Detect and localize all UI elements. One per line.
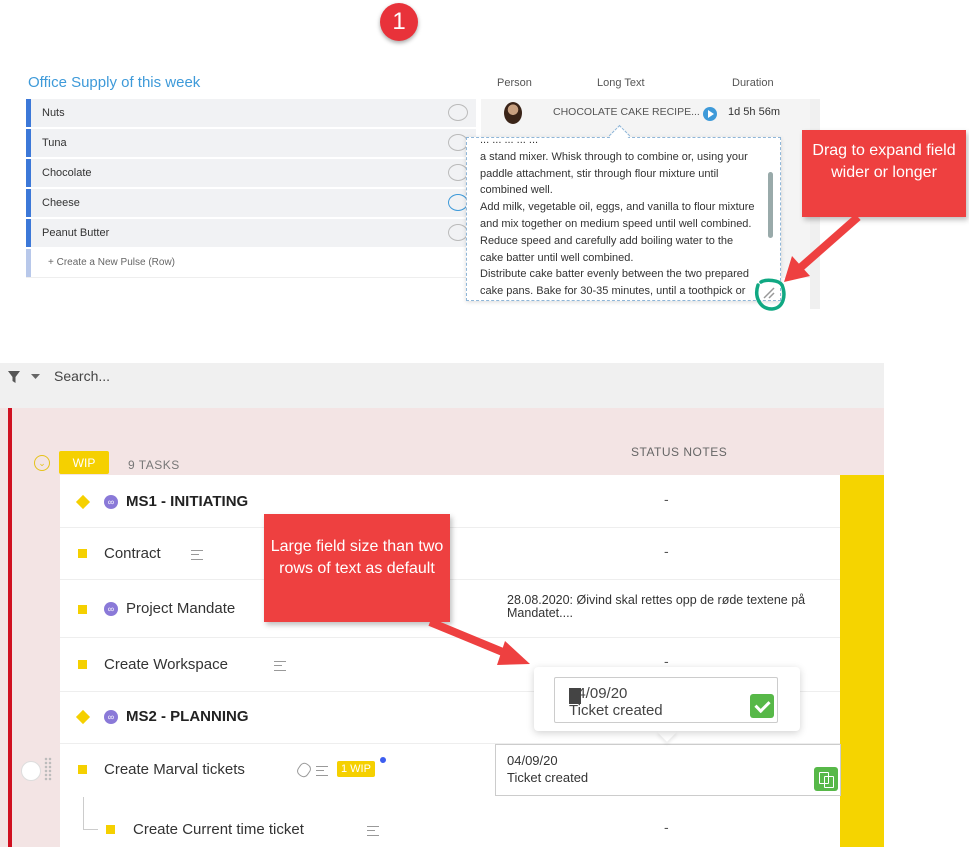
task-name[interactable]: MS1 - INITIATING [126,493,248,510]
comment-bubble-icon[interactable] [448,224,468,241]
search-toolbar [0,363,884,409]
task-name[interactable]: Contract [104,545,161,562]
status-note[interactable]: 28.08.2020: Øivind skal rettes opp de rø… [507,594,827,620]
task-status-square-icon[interactable] [78,765,87,774]
task-row[interactable]: ∞ MS1 - INITIATING - [60,475,840,528]
editor-text-line: Ticket created [569,702,663,719]
link-icon[interactable]: ∞ [104,710,118,724]
long-text-cell[interactable]: CHOCOLATE CAKE RECIPE... [553,106,700,118]
group-color-bar [8,408,12,847]
comment-bubble-icon[interactable] [448,134,468,151]
drag-handle-icon[interactable] [44,757,52,781]
row-name: Cheese [42,197,80,209]
link-icon[interactable]: ∞ [104,602,118,616]
row-name: Nuts [42,107,65,119]
create-pulse-row[interactable]: + Create a New Pulse (Row) [26,249,476,278]
status-note[interactable]: - [664,543,669,559]
status-note-field[interactable]: 04/09/20 Ticket created [495,744,841,796]
status-note-date: 04/09/20 [507,753,558,768]
row-name: Tuna [42,137,67,149]
task-name[interactable]: Project Mandate [126,600,235,617]
group-status-tag[interactable]: WIP [59,451,109,474]
milestone-diamond-icon [75,494,91,510]
column-header-long-text[interactable]: Long Text [597,77,645,89]
create-pulse-label: + Create a New Pulse (Row) [48,257,175,268]
column-header-duration[interactable]: Duration [732,77,774,89]
confirm-check-icon[interactable] [750,694,774,718]
row-color-bar [26,219,31,247]
board-row[interactable]: Tuna [26,129,476,158]
link-icon[interactable]: ∞ [104,495,118,509]
task-name[interactable]: Create Workspace [104,656,228,673]
search-input[interactable]: Search... [54,368,110,384]
task-row[interactable]: Contract - [60,527,840,580]
callout-drag-to-expand: Drag to expand field wider or longer [802,130,966,217]
chevron-down-icon[interactable] [31,374,40,380]
comment-bubble-icon[interactable] [448,194,468,211]
task-name[interactable]: MS2 - PLANNING [126,708,249,725]
row-color-bar [26,159,31,187]
board-title: Office Supply of this week [28,74,201,91]
status-note[interactable]: - [664,819,669,835]
row-color-bar [26,249,31,277]
task-status-square-icon[interactable] [78,660,87,669]
description-icon[interactable] [191,550,203,560]
copy-icon[interactable] [814,767,838,791]
status-note-editor[interactable]: 04/09/20 Ticket created [534,667,800,731]
board-row[interactable]: Chocolate [26,159,476,188]
play-icon[interactable] [703,107,717,121]
callout-large-field: Large field size than two rows of text a… [264,514,450,622]
editor-scrollbar[interactable] [569,688,581,704]
description-icon[interactable] [367,826,379,836]
long-text-editor[interactable]: ... ... ... ... ... a stand mixer. Whisk… [466,137,781,301]
milestone-diamond-icon [75,709,91,725]
board-row[interactable]: Nuts [26,99,476,128]
highlight-circle [755,278,786,311]
column-header-person[interactable]: Person [497,77,532,89]
row-color-bar [26,189,31,217]
task-status-square-icon[interactable] [78,605,87,614]
comment-bubble-icon[interactable] [448,164,468,181]
duration-cell: 1d 5h 56m [728,106,780,118]
status-color-strip [840,475,884,847]
editor-scrollbar[interactable] [768,172,773,238]
status-note-textarea[interactable]: 04/09/20 Ticket created [554,677,778,723]
group-task-count: 9 TASKS [128,458,180,472]
description-icon[interactable] [316,766,328,776]
task-select-circle[interactable] [21,761,41,781]
column-header-status-notes[interactable]: STATUS NOTES [631,445,727,459]
row-color-bar [26,99,31,127]
row-color-bar [26,129,31,157]
long-text-content[interactable]: ... ... ... ... ... a stand mixer. Whisk… [480,138,762,300]
subtask-status-badge[interactable]: 1 WIP [337,761,375,777]
person-avatar[interactable] [504,102,522,124]
notification-dot [380,757,386,763]
comment-bubble-icon[interactable] [448,104,468,121]
collapse-group-icon[interactable]: ⌄ [34,455,50,471]
row-name: Peanut Butter [42,227,110,239]
description-icon[interactable] [274,661,286,671]
task-status-square-icon[interactable] [106,825,115,834]
task-name[interactable]: Create Current time ticket [133,821,304,838]
task-row[interactable]: Create Current time ticket - [60,803,840,847]
step-number-badge: 1 [380,3,418,41]
attachment-icon[interactable] [295,760,313,780]
task-status-square-icon[interactable] [78,549,87,558]
row-name: Chocolate [42,167,92,179]
filter-icon[interactable] [7,370,21,384]
task-name[interactable]: Create Marval tickets [104,761,245,778]
status-note-text: Ticket created [507,770,589,785]
board-row[interactable]: Peanut Butter [26,219,476,248]
board-row[interactable]: Cheese [26,189,476,218]
status-note[interactable]: - [664,491,669,507]
